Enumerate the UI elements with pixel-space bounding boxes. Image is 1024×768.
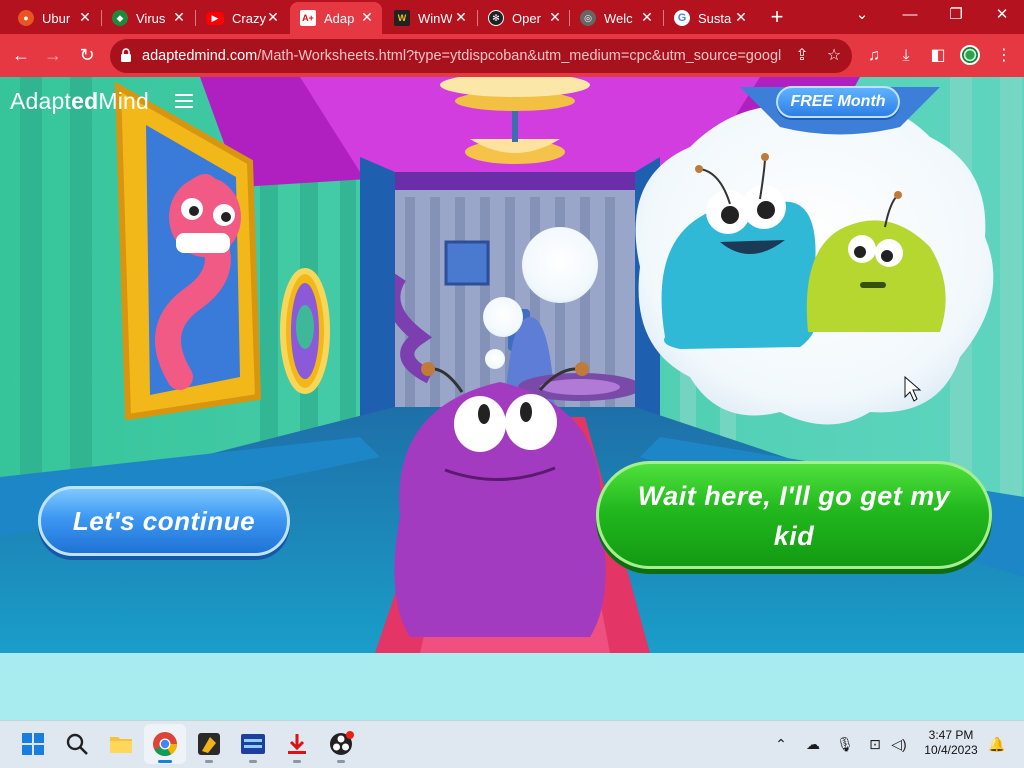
close-icon[interactable]: ✕ (454, 10, 468, 24)
tab-openai[interactable]: ✻ Oper ✕ (478, 2, 570, 34)
side-panel-icon[interactable]: ◧ (928, 46, 948, 66)
microphone-icon[interactable]: 🎙 (836, 735, 854, 753)
close-icon[interactable]: ✕ (640, 10, 654, 24)
adaptedmind-logo[interactable]: AdaptedMind (10, 88, 149, 114)
tab-title: WinW (418, 10, 452, 26)
close-icon[interactable]: ✕ (360, 10, 374, 24)
tab-welcome[interactable]: ◎ Welc ✕ (570, 2, 662, 34)
free-month-button[interactable]: FREE Month (776, 86, 900, 118)
youtube-icon: ▶ (206, 11, 224, 25)
tab-title: Welc (604, 10, 633, 26)
running-indicator (337, 760, 345, 763)
brand-part: ed (71, 88, 99, 114)
close-icon[interactable]: ✕ (78, 10, 92, 24)
url-text[interactable]: adaptedmind.com/Math-Worksheets.html?typ… (142, 46, 782, 66)
lock-icon[interactable] (120, 48, 132, 62)
close-icon[interactable]: ✕ (172, 10, 186, 24)
tab-ubuntu[interactable]: ● Ubur ✕ (8, 2, 100, 34)
close-icon[interactable]: ✕ (548, 10, 562, 24)
tab-virus[interactable]: ◆ Virus ✕ (102, 2, 194, 34)
clock-time: 3:47 PM (928, 728, 974, 742)
ubuntu-icon: ● (18, 10, 34, 26)
brand-part: Mind (98, 88, 150, 114)
restore-button[interactable]: ❐ (936, 4, 976, 28)
tab-title: Virus (136, 10, 166, 26)
adaptedmind-icon: A+ (300, 10, 316, 26)
share-icon[interactable]: ⇪ (792, 46, 812, 66)
obs-icon[interactable] (328, 731, 354, 757)
running-indicator (249, 760, 257, 763)
app-icon[interactable] (196, 731, 222, 757)
tab-title: Crazy (232, 10, 266, 26)
winworld-icon: W (394, 10, 410, 26)
onedrive-icon[interactable]: ☁ (804, 735, 822, 753)
active-indicator (158, 760, 172, 763)
volume-icon[interactable]: ◁) (890, 735, 908, 753)
tab-title: Ubur (42, 10, 71, 26)
tab-search-button[interactable]: ⌄ (842, 4, 882, 28)
openai-icon: ✻ (488, 10, 504, 26)
back-button[interactable]: ← (10, 44, 32, 66)
profile-avatar[interactable] (960, 45, 980, 65)
tab-adaptedmind[interactable]: A+ Adap ✕ (290, 2, 382, 34)
url-host: adaptedmind.com (142, 48, 258, 64)
download-icon[interactable]: ⤓ (896, 46, 916, 66)
new-tab-button[interactable]: + (766, 6, 788, 29)
chrome-icon[interactable] (152, 731, 178, 757)
media-controls-icon[interactable]: ♫ (864, 46, 884, 66)
tab-title: Sustai (698, 10, 732, 26)
close-window-button[interactable]: ✕ (982, 4, 1022, 28)
clock-date: 10/4/2023 (924, 743, 978, 757)
url-path: /Math-Worksheets.html?type=ytdispcoban&u… (257, 48, 782, 64)
close-icon[interactable]: ✕ (734, 10, 748, 24)
reload-button[interactable]: ↻ (76, 44, 98, 66)
wait-for-kid-button[interactable]: Wait here, I'll go get my kid (596, 461, 992, 569)
tab-youtube[interactable]: ▶ Crazy ✕ (196, 2, 288, 34)
tab-title: Oper (512, 10, 541, 26)
virus-shield-icon: ◆ (112, 10, 128, 26)
chevron-up-icon[interactable]: ⌃ (772, 735, 790, 753)
acrobat-icon[interactable] (284, 731, 310, 757)
network-app-icon[interactable] (240, 731, 266, 757)
bookmark-star-icon[interactable]: ☆ (824, 46, 844, 66)
brand-part: Adapt (10, 88, 72, 114)
google-icon: G (674, 10, 690, 26)
lets-continue-button[interactable]: Let's continue (38, 486, 290, 556)
windows-start-icon[interactable] (20, 731, 46, 757)
page-footer-area (0, 653, 1024, 720)
menu-kebab-icon[interactable]: ⋮ (994, 46, 1014, 66)
minimize-button[interactable]: — (890, 4, 930, 28)
notification-bell-icon[interactable]: 🔔 (988, 735, 1006, 753)
file-explorer-icon[interactable] (108, 731, 134, 757)
close-icon[interactable]: ✕ (266, 10, 280, 24)
network-icon[interactable]: ⊡ (866, 735, 884, 753)
forward-button[interactable]: → (42, 44, 64, 66)
menu-hamburger-icon[interactable] (175, 94, 193, 108)
system-clock[interactable]: 3:47 PM 10/4/2023 (920, 728, 982, 760)
tab-winworld[interactable]: W WinW ✕ (384, 2, 476, 34)
globe-icon: ◎ (580, 10, 596, 26)
tab-google[interactable]: G Sustai ✕ (664, 2, 756, 34)
running-indicator (205, 760, 213, 763)
search-icon[interactable] (64, 731, 90, 757)
running-indicator (293, 760, 301, 763)
tab-title: Adap (324, 10, 355, 26)
